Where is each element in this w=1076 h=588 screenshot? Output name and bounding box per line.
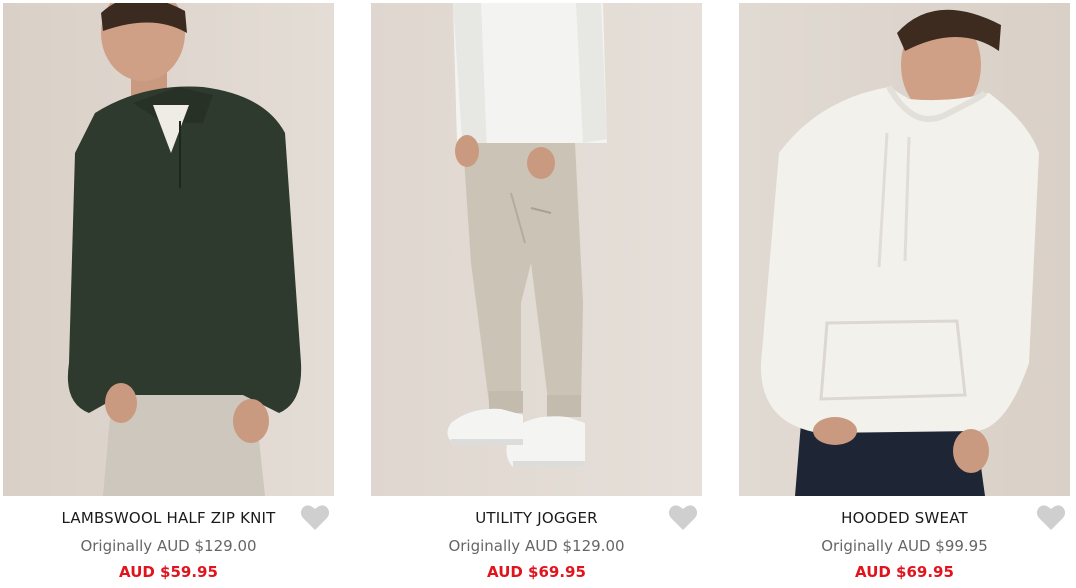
product-title[interactable]: LAMBSWOOL HALF ZIP KNIT xyxy=(3,508,334,528)
product-image[interactable] xyxy=(371,3,702,496)
product-grid: LAMBSWOOL HALF ZIP KNIT Originally AUD $… xyxy=(0,0,1076,588)
wishlist-button[interactable] xyxy=(300,503,330,531)
original-price: Originally AUD $129.00 xyxy=(80,537,257,555)
sale-price: AUD $69.95 xyxy=(855,563,954,581)
product-card: UTILITY JOGGER Originally AUD $129.00 AU… xyxy=(371,3,702,588)
heart-icon xyxy=(300,505,330,530)
product-title[interactable]: HOODED SWEAT xyxy=(739,508,1070,528)
product-title[interactable]: UTILITY JOGGER xyxy=(371,508,702,528)
heart-icon xyxy=(668,505,698,530)
product-card: HOODED SWEAT Originally AUD $99.95 AUD $… xyxy=(739,3,1070,588)
product-image[interactable] xyxy=(3,3,334,496)
original-price: Originally AUD $99.95 xyxy=(821,537,988,555)
original-price: Originally AUD $129.00 xyxy=(448,537,625,555)
sale-price: AUD $59.95 xyxy=(119,563,218,581)
wishlist-button[interactable] xyxy=(668,503,698,531)
sale-price: AUD $69.95 xyxy=(487,563,586,581)
product-image[interactable] xyxy=(739,3,1070,496)
wishlist-button[interactable] xyxy=(1036,503,1066,531)
product-card: LAMBSWOOL HALF ZIP KNIT Originally AUD $… xyxy=(3,3,334,588)
heart-icon xyxy=(1036,505,1066,530)
